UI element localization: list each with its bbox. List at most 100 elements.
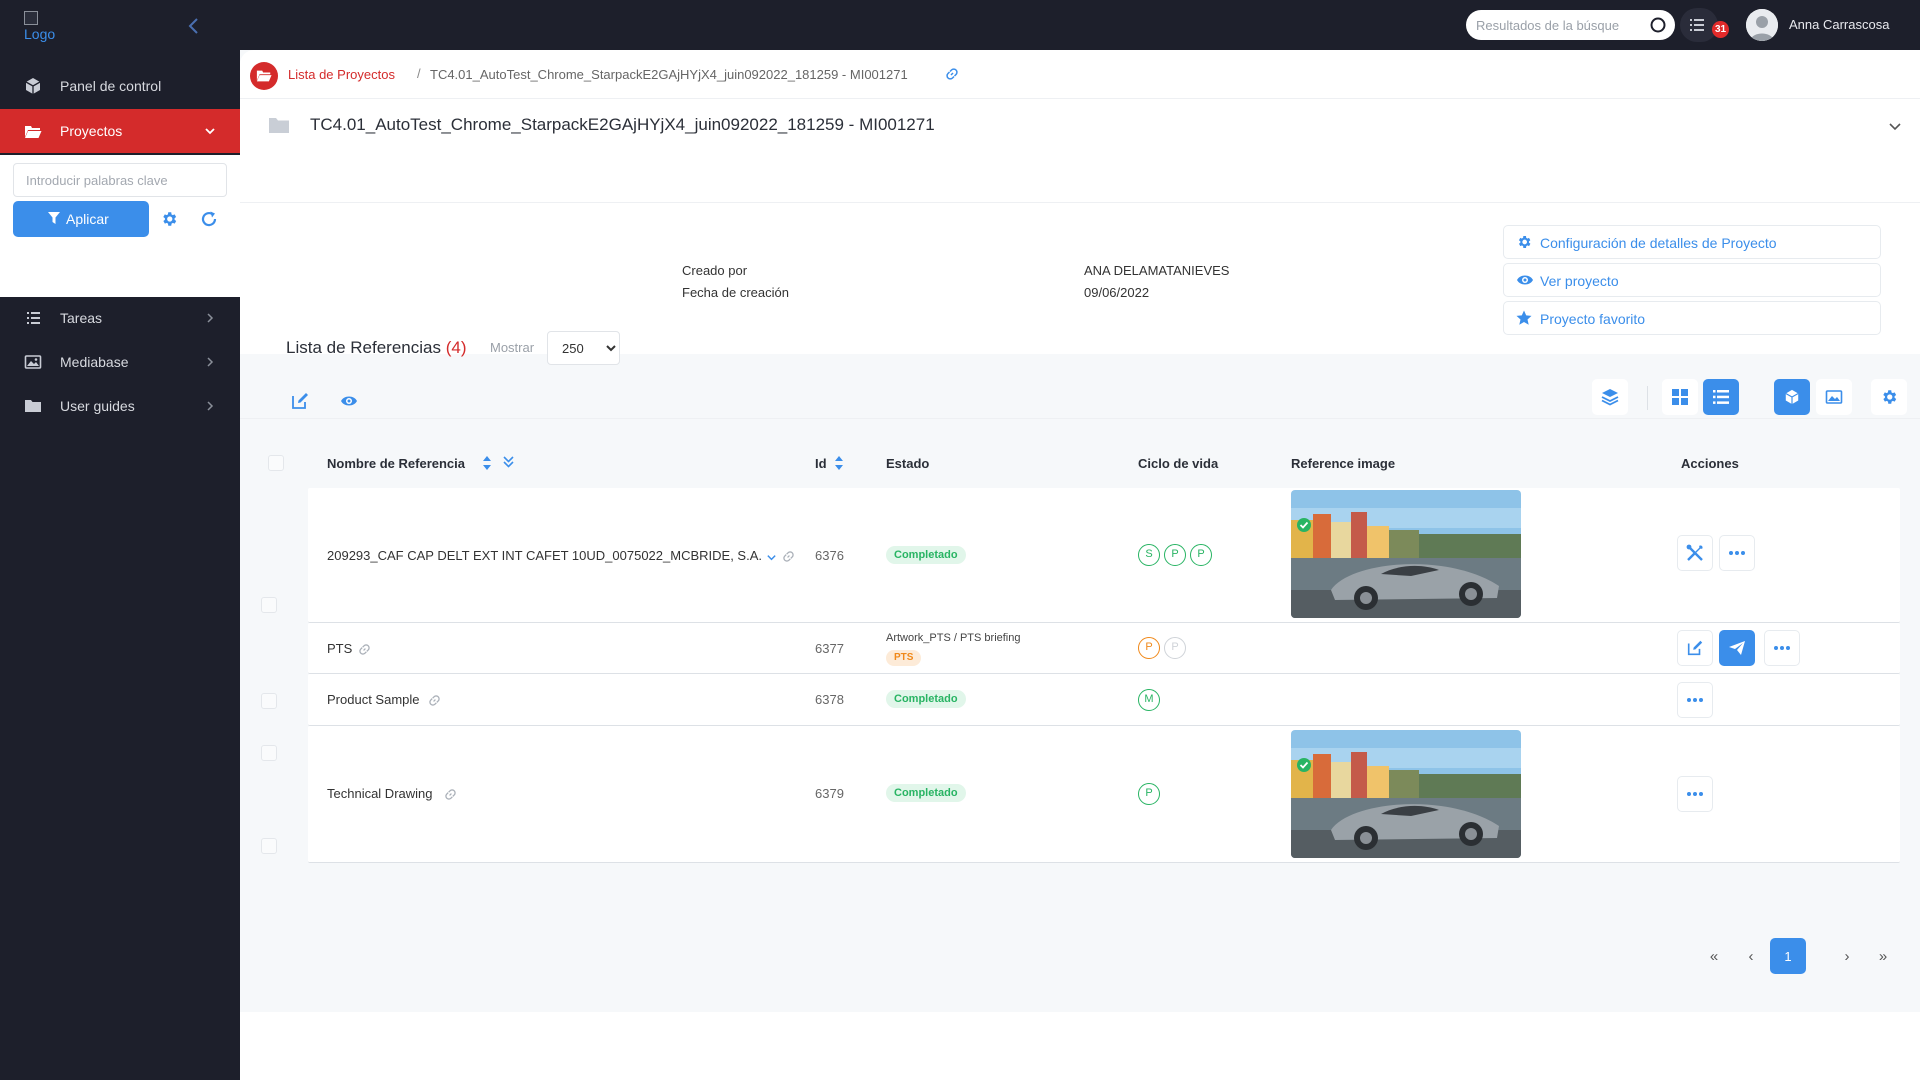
reset-filter-button[interactable] (192, 202, 226, 236)
status-badge: Completado (886, 546, 966, 564)
pagination-first[interactable]: « (1696, 938, 1732, 974)
send-button[interactable] (1719, 630, 1755, 666)
status-badge: Completado (886, 784, 966, 802)
sidebar-item-mediabase[interactable]: Mediabase (0, 340, 240, 384)
project-header[interactable]: TC4.01_AutoTest_Chrome_StarpackE2GAjHYjX… (240, 98, 1920, 202)
sidebar-item-label: Mediabase (60, 354, 129, 370)
link-icon[interactable] (358, 643, 371, 656)
layers-view-button[interactable] (1592, 379, 1628, 415)
status-badge: Completado (886, 690, 966, 708)
more-actions-button[interactable] (1719, 535, 1755, 571)
chevron-right-icon (207, 357, 214, 367)
row-checkbox[interactable] (261, 597, 277, 613)
project-filter-panel: Aplicar (0, 155, 240, 297)
sidebar-item-panel-de-control[interactable]: Panel de control (0, 64, 240, 108)
chevron-down-icon[interactable] (1888, 119, 1902, 133)
more-actions-button[interactable] (1677, 682, 1713, 718)
table-row[interactable]: Technical Drawing 6379 Completado P (308, 726, 1900, 863)
lifecycle-step[interactable]: S (1138, 544, 1160, 566)
sort-icon[interactable] (481, 455, 493, 471)
lifecycle-step[interactable]: P (1138, 783, 1160, 805)
select-all-checkbox[interactable] (268, 455, 284, 471)
chevron-down-icon (205, 128, 215, 135)
row-checkbox[interactable] (261, 838, 277, 854)
sort-icon[interactable] (833, 455, 845, 471)
link-icon[interactable] (444, 788, 457, 801)
chevron-left-icon (188, 18, 198, 34)
avatar[interactable] (1746, 9, 1778, 41)
view-project-button[interactable]: Ver proyecto (1503, 263, 1881, 297)
logo[interactable]: Logo (24, 11, 55, 41)
lifecycle-step[interactable]: M (1138, 689, 1160, 711)
project-details-config-button[interactable]: Configuración de detalles de Proyecto (1503, 225, 1881, 259)
reference-name[interactable]: Technical Drawing (327, 786, 433, 801)
user-name[interactable]: Anna Carrascosa (1789, 17, 1889, 32)
check-circle-icon (1297, 758, 1311, 772)
breadcrumb-projects-link[interactable]: Lista de Proyectos (288, 67, 395, 82)
column-header-id[interactable]: Id (815, 456, 827, 471)
search-icon[interactable] (1649, 16, 1667, 34)
page-size-select[interactable]: 250 (547, 331, 620, 365)
double-chevron-down-icon[interactable] (502, 455, 515, 469)
lifecycle-step[interactable]: P (1190, 544, 1212, 566)
sidebar-collapse-button[interactable] (184, 16, 204, 36)
sidebar-item-tareas[interactable]: Tareas (0, 296, 240, 340)
more-actions-button[interactable] (1764, 630, 1800, 666)
chevron-down-icon[interactable] (766, 552, 777, 563)
link-icon[interactable] (782, 550, 795, 563)
tools-button[interactable] (1677, 535, 1713, 571)
refresh-icon (201, 211, 217, 227)
table-row[interactable]: 209293_CAF CAP DELT EXT INT CAFET 10UD_0… (308, 488, 1900, 623)
breadcrumb-separator: / (417, 66, 421, 81)
notifications-count-badge: 31 (1712, 21, 1730, 38)
notifications-button[interactable]: 31 (1680, 8, 1730, 42)
row-checkbox[interactable] (261, 693, 277, 709)
column-header-name-text: Nombre de Referencia (327, 456, 465, 471)
filter-settings-button[interactable] (152, 202, 186, 236)
references-table-header (240, 418, 1920, 488)
pagination-prev[interactable]: ‹ (1733, 938, 1769, 974)
list-view-button[interactable] (1703, 379, 1739, 415)
pagination-current-page[interactable]: 1 (1770, 938, 1806, 974)
grid-view-button[interactable] (1662, 379, 1698, 415)
column-header-lifecycle: Ciclo de vida (1138, 456, 1219, 471)
lifecycle-step[interactable]: P (1164, 544, 1186, 566)
copy-link-icon[interactable] (945, 67, 959, 81)
column-header-name[interactable]: Nombre de Referencia (327, 456, 465, 471)
reference-name[interactable]: 209293_CAF CAP DELT EXT INT CAFET 10UD_0… (327, 548, 762, 563)
image-view-button[interactable] (1816, 379, 1852, 415)
status-task-text: Artwork_PTS / PTS briefing (886, 632, 1021, 644)
show-label: Mostrar (490, 340, 535, 355)
reference-name[interactable]: Product Sample (327, 692, 420, 707)
created-by-label: Creado por (682, 263, 748, 278)
column-header-actions: Acciones (1681, 456, 1739, 471)
edit-button[interactable] (1677, 630, 1713, 666)
bulk-view-button[interactable] (336, 388, 362, 414)
table-row[interactable]: Product Sample 6378 Completado M (308, 674, 1900, 726)
apply-filter-button[interactable]: Aplicar (13, 201, 149, 237)
folder-icon (25, 400, 41, 412)
row-checkbox[interactable] (261, 745, 277, 761)
pagination-last[interactable]: » (1865, 938, 1901, 974)
reference-image[interactable] (1291, 490, 1521, 618)
top-bar: Logo 31 Anna Carrascosa (0, 0, 1920, 50)
gear-icon (1518, 236, 1531, 248)
pagination-next[interactable]: › (1829, 938, 1865, 974)
global-search-input[interactable] (1476, 15, 1642, 35)
lifecycle-step[interactable]: P (1164, 637, 1186, 659)
reference-id: 6378 (815, 692, 844, 707)
bulk-edit-button[interactable] (287, 388, 313, 414)
reference-image[interactable] (1291, 730, 1521, 858)
link-icon[interactable] (428, 694, 441, 707)
reference-name[interactable]: PTS (327, 641, 352, 656)
lifecycle-step[interactable]: P (1138, 637, 1160, 659)
list-icon (27, 312, 40, 324)
sidebar-item-user-guides[interactable]: User guides (0, 384, 240, 428)
table-settings-button[interactable] (1871, 379, 1907, 415)
keywords-input[interactable] (13, 163, 227, 197)
more-actions-button[interactable] (1677, 776, 1713, 812)
table-row[interactable]: PTS 6377 Artwork_PTS / PTS briefing PTS … (308, 623, 1900, 674)
favorite-project-button[interactable]: Proyecto favorito (1503, 301, 1881, 335)
package-view-button[interactable] (1774, 379, 1810, 415)
sidebar-item-proyectos[interactable]: Proyectos (0, 109, 240, 153)
